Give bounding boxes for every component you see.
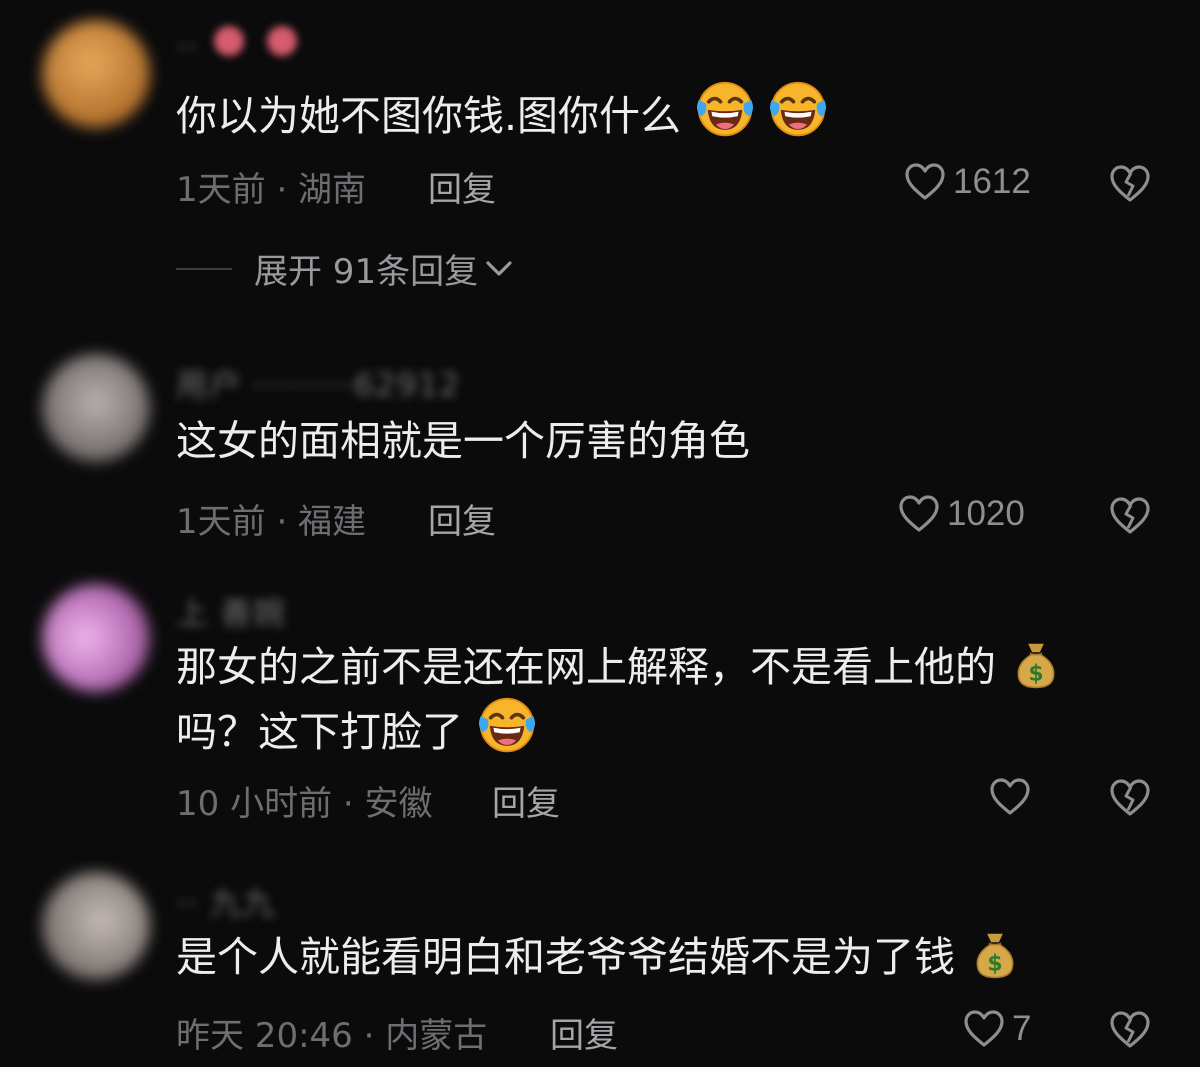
- comment-meta: 昨天 20:46 · 内蒙古: [176, 1016, 488, 1056]
- heart-outline-icon: [905, 163, 945, 200]
- broken-heart-icon[interactable]: [1108, 494, 1152, 538]
- username[interactable]: 上 善婉: [176, 588, 286, 634]
- like-button[interactable]: [988, 776, 1038, 818]
- username[interactable]: ·· 九九: [176, 878, 276, 924]
- heart-outline-icon: [899, 495, 939, 532]
- username[interactable]: ··: [176, 28, 198, 66]
- reply-button[interactable]: 回复: [492, 776, 560, 825]
- money-bag-icon: [1011, 639, 1061, 689]
- comment-meta: 1天前 · 福建: [176, 502, 367, 542]
- username-flower-emojis: [214, 26, 298, 60]
- expand-replies-button[interactable]: 展开 91条回复: [176, 244, 516, 293]
- comment-text: 这女的面相就是一个厉害的角色: [176, 417, 750, 465]
- broken-heart-icon[interactable]: [1108, 776, 1152, 820]
- rolling-on-floor-laughing-icon: [696, 80, 754, 138]
- reply-button[interactable]: 回复: [428, 494, 496, 543]
- comment-text-line: 那女的之前不是还在网上解释，不是看上他的: [176, 638, 1061, 696]
- money-bag-icon: [970, 929, 1020, 979]
- reply-button[interactable]: 回复: [428, 162, 496, 211]
- heart-outline-icon: [964, 1010, 1004, 1047]
- comment-meta: 10 小时前 · 安徽: [176, 784, 433, 824]
- chevron-down-icon: [486, 260, 512, 276]
- like-count: 1020: [947, 494, 1025, 533]
- broken-heart-icon[interactable]: [1108, 162, 1152, 206]
- avatar[interactable]: [42, 354, 150, 462]
- rolling-on-floor-laughing-icon: [478, 696, 536, 754]
- heart-outline-icon: [990, 778, 1030, 815]
- reply-button[interactable]: 回复: [550, 1008, 618, 1057]
- like-button[interactable]: 1020: [897, 493, 1025, 535]
- comment-text: 是个人就能看明白和老爷爷结婚不是为了钱: [176, 928, 1020, 986]
- avatar[interactable]: [42, 584, 150, 692]
- like-button[interactable]: 1612: [903, 161, 1031, 203]
- like-button[interactable]: 7: [962, 1008, 1031, 1050]
- comment-text-line: 吗？这下打脸了: [176, 696, 536, 761]
- comment-meta: 1天前 · 湖南: [176, 170, 367, 210]
- comment-text: 你以为她不图你钱.图你什么: [176, 80, 827, 145]
- username[interactable]: 用户 ·········62912: [176, 360, 461, 406]
- broken-heart-icon[interactable]: [1108, 1008, 1152, 1052]
- divider-line: [176, 267, 232, 270]
- like-count: 1612: [953, 162, 1031, 201]
- like-count: 7: [1012, 1009, 1032, 1048]
- rolling-on-floor-laughing-icon: [769, 80, 827, 138]
- avatar[interactable]: [42, 872, 150, 980]
- avatar[interactable]: [42, 20, 150, 128]
- expand-replies-label: 展开 91条回复: [254, 252, 479, 292]
